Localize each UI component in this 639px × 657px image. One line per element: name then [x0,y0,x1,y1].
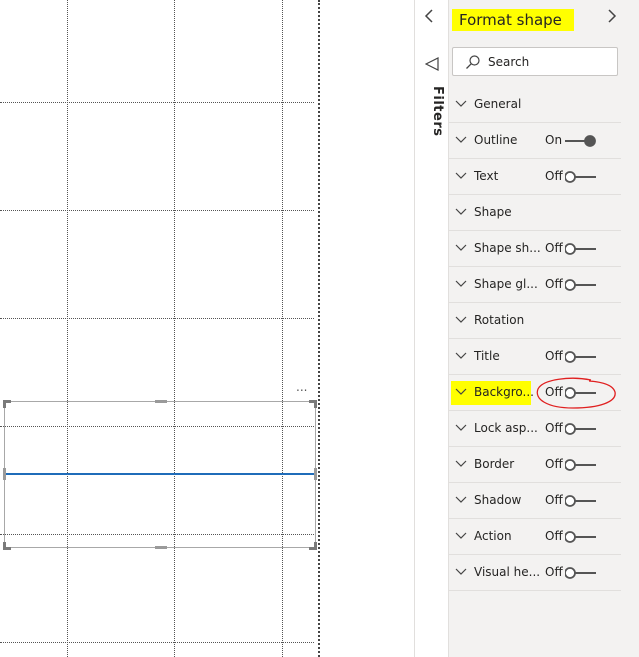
toggle-state-label: Off [545,565,563,579]
section-label: Title [474,349,500,363]
section-label: Shape sh... [474,241,541,255]
chevron-right-icon[interactable] [607,8,617,27]
grid-line [282,0,283,657]
chevron-left-icon[interactable] [424,8,434,27]
resize-handle-left[interactable] [3,468,6,480]
toggle-state-label: Off [545,529,563,543]
chevron-down-icon[interactable] [455,387,467,397]
resize-handle-right[interactable] [314,468,317,480]
section-label: Rotation [474,313,525,327]
toggle-switch-icon[interactable] [565,458,597,472]
chevron-down-icon[interactable] [455,531,467,541]
chevron-down-icon[interactable] [455,99,467,109]
section-visual-he[interactable]: Visual he... Off [449,555,621,591]
section-shape-sh[interactable]: Shape sh... Off [449,231,621,267]
grid-line [0,102,314,103]
section-label: Text [474,169,499,183]
search-icon [465,54,481,74]
section-text[interactable]: Text Off [449,159,621,195]
shape-line[interactable] [4,473,316,475]
section-label: Shadow [474,493,522,507]
grid-line [67,0,68,657]
section-label: Backgro... [474,385,534,399]
resize-handle-bottom-right[interactable] [309,542,317,550]
chevron-down-icon[interactable] [455,315,467,325]
section-border[interactable]: Border Off [449,447,621,483]
chevron-down-icon[interactable] [455,279,467,289]
section-label: Visual he... [474,565,541,579]
toggle-switch-icon[interactable] [565,242,597,256]
section-lock-asp[interactable]: Lock asp... Off [449,411,621,447]
chevron-down-icon[interactable] [455,171,467,181]
toggle-switch-icon[interactable] [565,134,597,148]
pane-title: Format shape [452,9,574,31]
section-general[interactable]: General [449,87,621,123]
section-action[interactable]: Action Off [449,519,621,555]
section-label: Outline [474,133,518,147]
section-shadow[interactable]: Shadow Off [449,483,621,519]
toggle-switch-icon[interactable] [565,494,597,508]
red-circle-annotation [536,377,616,409]
toggle-switch-icon[interactable] [565,278,597,292]
toggle-switch-icon[interactable] [565,422,597,436]
toggle-state-label: Off [545,349,563,363]
filter-icon[interactable] [424,56,439,75]
report-canvas[interactable]: ... [0,0,318,657]
toggle-state-label: Off [545,421,563,435]
resize-handle-top-left[interactable] [3,400,11,408]
toggle-state-label: Off [545,169,563,183]
search-input[interactable]: Search [452,47,618,76]
section-outline[interactable]: Outline On [449,123,621,159]
grid-line [174,0,175,657]
section-label: Shape gl... [474,277,538,291]
chevron-down-icon[interactable] [455,207,467,217]
toggle-state-label: On [545,133,563,147]
chevron-down-icon[interactable] [455,459,467,469]
section-shape[interactable]: Shape [449,195,621,231]
resize-handle-bottom[interactable] [155,546,167,549]
resize-handle-top-right[interactable] [309,400,317,408]
toggle-state-label: Off [545,457,563,471]
toggle-switch-icon[interactable] [565,350,597,364]
section-label: Lock asp... [474,421,538,435]
toggle-switch-icon[interactable] [565,566,597,580]
section-rotation[interactable]: Rotation [449,303,621,339]
section-shape-gl[interactable]: Shape gl... Off [449,267,621,303]
chevron-down-icon[interactable] [455,243,467,253]
section-label: Action [474,529,512,543]
page-boundary [318,0,320,657]
toggle-switch-icon[interactable] [565,530,597,544]
toggle-state-label: Off [545,493,563,507]
more-options-button[interactable]: ... [296,380,307,394]
section-label: Shape [474,205,512,219]
grid-line [0,642,314,643]
section-title[interactable]: Title Off [449,339,621,375]
chevron-down-icon[interactable] [455,135,467,145]
chevron-down-icon[interactable] [455,495,467,505]
resize-handle-bottom-left[interactable] [3,542,11,550]
grid-line [0,318,314,319]
chevron-down-icon[interactable] [455,351,467,361]
toggle-state-label: Off [545,277,563,291]
filters-label[interactable]: Filters [430,86,445,136]
grid-line [0,210,314,211]
section-label: Border [474,457,515,471]
resize-handle-top[interactable] [155,400,167,403]
chevron-down-icon[interactable] [455,423,467,433]
chevron-down-icon[interactable] [455,567,467,577]
search-placeholder: Search [488,55,530,69]
toggle-switch-icon[interactable] [565,170,597,184]
toggle-state-label: Off [545,241,563,255]
section-label: General [474,97,522,111]
